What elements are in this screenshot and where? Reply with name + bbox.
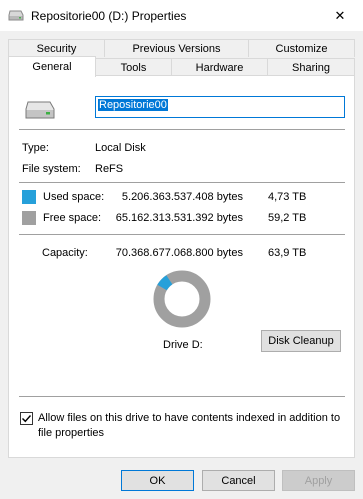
capacity-label: Capacity: [42, 247, 88, 259]
tab-label: Hardware [195, 61, 244, 74]
used-space-label: Used space: [43, 191, 105, 203]
used-space-swatch [22, 190, 36, 204]
disk-usage-chart [152, 269, 212, 329]
drive-icon [24, 100, 56, 120]
cancel-button[interactable]: Cancel [202, 470, 275, 491]
type-label: Type: [22, 142, 49, 154]
tab-tools[interactable]: Tools [95, 58, 172, 76]
apply-button[interactable]: Apply [282, 470, 355, 491]
tab-label: Tools [120, 61, 147, 74]
divider [19, 129, 345, 130]
general-panel: Repositorie00 Type: Local Disk File syst… [8, 75, 355, 458]
divider [19, 396, 345, 397]
tab-label: General [32, 61, 72, 73]
tab-hardware[interactable]: Hardware [171, 58, 268, 76]
tab-sharing[interactable]: Sharing [267, 58, 355, 76]
index-contents-label-line1: Allow files on this drive to have conten… [38, 412, 341, 424]
title-bar: Repositorie00 (D:) Properties ✕ [0, 0, 363, 31]
checkmark-icon [22, 415, 32, 423]
disk-cleanup-button[interactable]: Disk Cleanup [261, 330, 341, 352]
drive-name-input[interactable]: Repositorie00 [95, 96, 345, 118]
tab-customize[interactable]: Customize [248, 39, 355, 57]
index-contents-checkbox[interactable] [20, 412, 33, 425]
disk-cleanup-label: Disk Cleanup [268, 335, 334, 347]
tab-general[interactable]: General [8, 56, 96, 77]
used-space-size: 4,73 TB [268, 191, 307, 203]
file-system-label: File system: [22, 163, 81, 175]
drive-name-value: Repositorie00 [98, 99, 168, 111]
file-system-value: ReFS [95, 163, 124, 175]
drive-letter-label: Drive D: [163, 339, 203, 351]
apply-label: Apply [304, 474, 333, 487]
tab-security[interactable]: Security [8, 39, 105, 57]
tab-label: Customize [275, 42, 328, 55]
tab-label: Security [36, 42, 77, 55]
tab-previous-versions[interactable]: Previous Versions [104, 39, 249, 57]
type-value: Local Disk [95, 142, 146, 154]
capacity-size: 63,9 TB [268, 247, 307, 259]
free-space-size: 59,2 TB [268, 212, 307, 224]
free-space-bytes: 65.162.313.531.392 bytes [115, 212, 243, 224]
capacity-bytes: 70.368.677.068.800 bytes [115, 247, 243, 259]
free-space-label: Free space: [43, 212, 102, 224]
close-icon: ✕ [334, 7, 346, 23]
free-space-swatch [22, 211, 36, 225]
ok-label: OK [149, 474, 166, 487]
divider [19, 182, 345, 183]
tab-label: Sharing [292, 61, 330, 74]
cancel-label: Cancel [221, 474, 256, 487]
index-contents-label-line2: file properties [38, 427, 105, 439]
drive-icon [8, 10, 24, 21]
divider [19, 234, 345, 235]
ok-button[interactable]: OK [121, 470, 194, 491]
close-button[interactable]: ✕ [317, 0, 363, 31]
tab-label: Previous Versions [132, 42, 221, 55]
used-space-bytes: 5.206.363.537.408 bytes [121, 191, 243, 203]
window-title: Repositorie00 (D:) Properties [31, 9, 187, 23]
